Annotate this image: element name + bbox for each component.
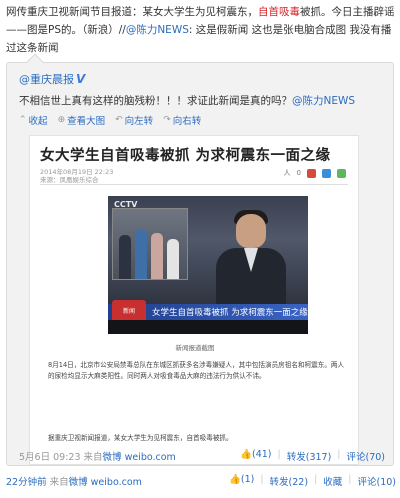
- collapse-icon: ⌃: [19, 115, 27, 125]
- post-favorite-button[interactable]: 收藏: [323, 474, 342, 488]
- tv-bottom-strip: [108, 320, 308, 334]
- repost-comment-button[interactable]: 评论(70): [346, 449, 385, 463]
- action-separator: |: [260, 474, 264, 485]
- article-footer: 据重庆卫视新闻报道，某女大学生为见柯震东，自首吸毒被抓。: [48, 434, 233, 442]
- wechat-share-icon: [337, 168, 346, 178]
- repost-source-prefix: 来自: [83, 452, 103, 463]
- article-social-bar: 人 0: [284, 168, 346, 178]
- repost-like-button[interactable]: 👍(41): [240, 449, 271, 463]
- repost-author: @重庆晨报 V: [19, 71, 85, 87]
- post-comment-button[interactable]: 评论(10): [357, 474, 396, 488]
- collapse-button[interactable]: ⌃ 收起: [19, 113, 48, 127]
- tv-person-figure: [119, 235, 131, 279]
- repost-author-link[interactable]: @重庆晨报: [19, 73, 74, 86]
- mention-link[interactable]: @陈力NEWS: [126, 24, 189, 36]
- repost-source-link[interactable]: 微博 weibo.com: [103, 452, 176, 463]
- post-text: 网传重庆卫视新闻节目报道：某女大学生为见柯震东，自首吸毒被抓。今日主播辟谣——图…: [6, 3, 396, 57]
- view-large-button[interactable]: ⊕ 查看大图: [58, 113, 106, 127]
- repost-meta: 5月6日 09:23 来自微博 weibo.com: [19, 449, 176, 463]
- tv-person-figure: [135, 229, 147, 279]
- repost-text: 不相信世上真有这样的脑残粉！！！求证此新闻是真的吗？@陈力NEWS: [19, 93, 389, 108]
- tv-inset-video: [112, 208, 188, 280]
- post-text-part1: 网传重庆卫视新闻节目报道：某女大学生为见柯震东，: [6, 6, 258, 18]
- article-source: 来源：凤凰娱乐综合: [40, 176, 99, 184]
- share-count-label: 人: [283, 169, 291, 177]
- collapse-label: 收起: [28, 116, 48, 127]
- qq-share-icon: [322, 168, 331, 178]
- thumbs-up-icon: 👍: [229, 474, 241, 485]
- tv-person-figure: [167, 239, 179, 279]
- rotate-left-icon: ↶: [115, 115, 123, 125]
- repost-actions: 👍(41) | 转发(317) | 评论(70): [240, 449, 385, 463]
- article-divider: [40, 184, 348, 185]
- article-headline: 女大学生自首吸毒被抓 为求柯震东一面之缘: [40, 147, 331, 164]
- post-repost-button[interactable]: 转发(22): [270, 474, 309, 488]
- attached-image[interactable]: 女大学生自首吸毒被抓 为求柯震东一面之缘 2014年08月19日 22:23 来…: [29, 135, 359, 465]
- repost-repost-button[interactable]: 转发(317): [287, 449, 332, 463]
- tv-caption: 女学生自首吸毒被抓 为求柯震东一面之缘: [152, 308, 308, 318]
- post-source-prefix: 来自: [49, 477, 69, 488]
- repost-text-part1: 不相信世上真有这样的脑残粉！！！求证此新闻是真的吗？: [19, 95, 292, 107]
- repost-mention-link[interactable]: @陈力NEWS: [292, 95, 355, 107]
- post-like-count: (1): [240, 474, 255, 485]
- tv-channel-logo: CCTV: [114, 200, 138, 209]
- post-footer: 22分钟前 来自微博 weibo.com 👍(1) | 转发(22) | 收藏 …: [6, 474, 396, 488]
- zoom-icon: ⊕: [57, 115, 66, 125]
- post-actions: 👍(1) | 转发(22) | 收藏 | 评论(10): [229, 474, 396, 488]
- rotate-left-label: 向左转: [124, 116, 154, 127]
- image-caption: 新闻报道截图: [175, 344, 215, 352]
- post-time[interactable]: 22分钟前: [6, 477, 47, 488]
- tv-person-figure: [151, 233, 163, 279]
- post-like-button[interactable]: 👍(1): [229, 474, 254, 488]
- verified-icon[interactable]: V: [76, 72, 85, 86]
- action-separator: |: [314, 474, 318, 485]
- repost-time[interactable]: 5月6日 09:23: [19, 452, 81, 463]
- rotate-right-button[interactable]: ↷ 向右转: [163, 113, 201, 127]
- share-count-value: 0: [296, 169, 301, 177]
- rotate-left-button[interactable]: ↶ 向左转: [115, 113, 153, 127]
- thumbs-up-icon: 👍: [240, 449, 253, 460]
- image-toolbar: ⌃ 收起 ⊕ 查看大图 ↶ 向左转 ↷ 向右转: [19, 113, 201, 127]
- action-separator: |: [277, 449, 281, 460]
- rotate-right-label: 向右转: [172, 116, 202, 127]
- view-large-label: 查看大图: [67, 116, 106, 127]
- article-body: 8月14日，北京市公安局禁毒总队在东城区抓获多名涉毒嫌疑人，其中包括演员房祖名和…: [48, 361, 345, 380]
- topic-link[interactable]: 自首吸毒: [258, 6, 300, 18]
- repost-like-count: (41): [252, 449, 272, 460]
- action-separator: |: [348, 474, 352, 485]
- weibo-share-icon: [307, 168, 316, 178]
- action-separator: |: [337, 449, 341, 460]
- tv-anchor-head: [236, 214, 266, 248]
- post-source-link[interactable]: 微博 weibo.com: [69, 477, 142, 488]
- repost-card: @重庆晨报 V 不相信世上真有这样的脑残粉！！！求证此新闻是真的吗？@陈力NEWS…: [6, 53, 394, 466]
- tv-screenshot: CCTV 新闻 女学生自首吸毒被抓 为求柯震东一面之缘: [108, 196, 308, 334]
- rotate-right-icon: ↷: [163, 115, 171, 125]
